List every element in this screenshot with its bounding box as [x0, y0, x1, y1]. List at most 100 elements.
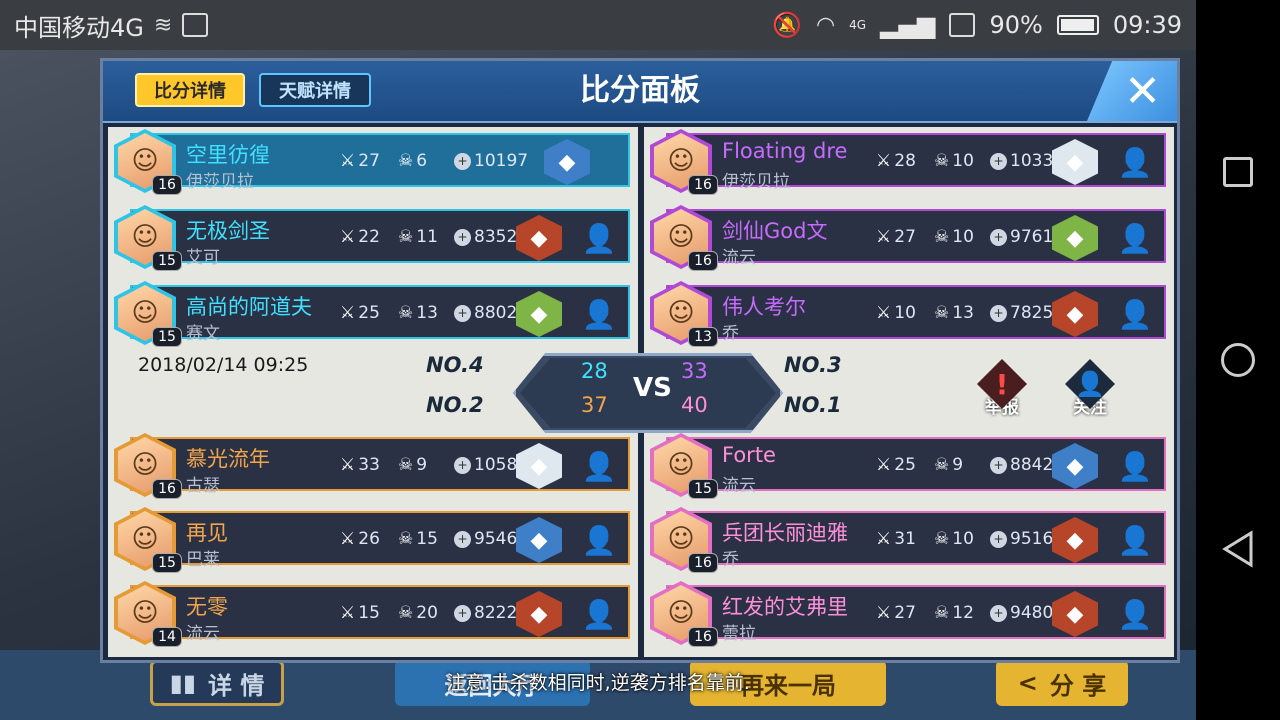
- kills-stat: ⚔ 27: [876, 227, 916, 247]
- coin-icon: +: [454, 228, 471, 246]
- tab-score-details[interactable]: 比分详情: [135, 73, 245, 107]
- hero-level: 16: [688, 553, 718, 573]
- rank-bottom-right: NO.1: [784, 393, 842, 417]
- sword-icon: ⚔: [340, 303, 356, 323]
- circle-icon: [1221, 343, 1255, 377]
- mute-icon: 🔕: [772, 11, 802, 39]
- recents-button[interactable]: [1221, 155, 1255, 189]
- add-friend-button[interactable]: 👤: [580, 296, 618, 332]
- gold-stat: +9546: [454, 529, 517, 549]
- follow-button[interactable]: 👤 关注: [1058, 359, 1122, 418]
- gold-stat: +8222: [454, 603, 517, 623]
- coin-icon: +: [990, 530, 1007, 548]
- hero-name: 流云: [186, 624, 220, 644]
- player-row: ☺ 15 无极剑圣 艾可 ⚔ 22 ☠ 11 +8352 ◆ 👤: [108, 203, 630, 271]
- hero-level: 16: [688, 251, 718, 271]
- add-friend-button[interactable]: 👤: [580, 220, 618, 256]
- kills-value: 31: [894, 529, 916, 549]
- gold-stat: +8352: [454, 227, 517, 247]
- report-button[interactable]: ! 举报: [970, 359, 1034, 418]
- hero-name: 伊莎贝拉: [722, 172, 790, 192]
- deaths-value: 13: [416, 303, 438, 323]
- add-friend-button[interactable]: 👤: [1116, 596, 1154, 632]
- close-icon: ✕: [1124, 65, 1161, 117]
- player-row: ☺ 15 再见 巴莱 ⚔ 26 ☠ 15 +9546 ◆ 👤: [108, 505, 630, 573]
- add-friend-icon: 👤: [1117, 449, 1153, 483]
- sword-icon: ⚔: [876, 303, 892, 323]
- player-name: 伟人考尔: [722, 295, 806, 319]
- carrier-label: 中国移动4G: [14, 13, 144, 42]
- wifi-hotspot-icon: ≋: [153, 12, 173, 38]
- add-friend-button[interactable]: 👤: [580, 448, 618, 484]
- coin-icon: +: [990, 456, 1007, 474]
- sim-icon: [949, 13, 976, 37]
- deaths-stat: ☠ 6: [398, 151, 427, 171]
- team-bottom-right: ☺ 15 Forte 流云 ⚔ 25 ☠ 9 +8842 ◆ 👤 ☺ 16 兵团长丽迪雅乔 ⚔ 31 ☠ 10 +9…: [644, 395, 1174, 657]
- hero-name: 乔: [722, 550, 739, 570]
- home-button[interactable]: [1221, 343, 1255, 377]
- kills-value: 10: [894, 303, 916, 323]
- purple-score: 40: [681, 393, 708, 417]
- sword-icon: ⚔: [340, 455, 356, 475]
- back-button[interactable]: [1221, 529, 1255, 568]
- skull-icon: ☠: [398, 603, 414, 623]
- add-friend-button[interactable]: 👤: [1116, 522, 1154, 558]
- skull-icon: ☠: [934, 603, 950, 623]
- kills-value: 27: [894, 603, 916, 623]
- hero-level: 15: [152, 251, 182, 271]
- hero-name: 伊莎贝拉: [186, 172, 254, 192]
- kills-stat: ⚔ 26: [340, 529, 380, 549]
- tab-talent-details[interactable]: 天赋详情: [259, 73, 371, 107]
- skull-icon: ☠: [398, 227, 414, 247]
- add-friend-button[interactable]: 👤: [1116, 144, 1154, 180]
- kills-stat: ⚔ 27: [340, 151, 380, 171]
- add-friend-icon: 👤: [581, 597, 617, 631]
- hero-level: 15: [152, 327, 182, 347]
- deaths-value: 12: [952, 603, 974, 623]
- player-name: 无极剑圣: [186, 219, 270, 243]
- add-friend-icon: 👤: [581, 523, 617, 557]
- kills-stat: ⚔ 25: [340, 303, 380, 323]
- hero-level: 14: [152, 627, 182, 647]
- deaths-stat: ☠ 12: [934, 603, 974, 623]
- add-friend-button[interactable]: 👤: [580, 596, 618, 632]
- network-type: 4G: [849, 18, 867, 32]
- player-row: ☺ 16 剑仙God文 流云 ⚔ 27 ☠ 10 +9761 ◆ 👤: [644, 203, 1166, 271]
- deaths-value: 20: [416, 603, 438, 623]
- kills-stat: ⚔ 15: [340, 603, 380, 623]
- hero-level: 16: [688, 627, 718, 647]
- player-name: 兵团长丽迪雅: [722, 521, 848, 545]
- skull-icon: ☠: [934, 529, 950, 549]
- add-friend-button[interactable]: 👤: [1116, 296, 1154, 332]
- add-friend-button[interactable]: 👤: [1116, 448, 1154, 484]
- player-name: Floating dre: [722, 139, 848, 163]
- player-row: ☺ 15 高尚的阿道夫 赛文 ⚔ 25 ☠ 13 +8802 ◆ 👤: [108, 279, 630, 347]
- skull-icon: ☠: [398, 151, 414, 171]
- player-name: 无零: [186, 595, 228, 619]
- deaths-stat: ☠ 9: [934, 455, 963, 475]
- team-top-left: ☺ 16 空里彷徨 伊莎贝拉 ⚔ 27 ☠ 6 +10197 ◆ ☺ 15 无极剑圣 艾可 ⚔ 22 ☠ 11 +8…: [108, 127, 638, 353]
- clock: 09:39: [1112, 11, 1182, 39]
- square-icon: [1223, 156, 1253, 187]
- gold-value: 9761: [1010, 227, 1054, 247]
- gold-stat: +9761: [990, 227, 1053, 247]
- signal-icon: ▂▄▆: [880, 11, 936, 39]
- hero-name: 乔: [722, 324, 739, 344]
- add-friend-button[interactable]: 👤: [1116, 220, 1154, 256]
- vs-label: VS: [633, 373, 672, 403]
- purple-kills: 33: [681, 359, 708, 383]
- kills-value: 22: [358, 227, 380, 247]
- image-icon: [182, 13, 209, 37]
- kills-stat: ⚔ 28: [876, 151, 916, 171]
- sword-icon: ⚔: [876, 455, 892, 475]
- sword-icon: ⚔: [340, 603, 356, 623]
- battery-percent: 90%: [989, 11, 1043, 39]
- kills-value: 26: [358, 529, 380, 549]
- player-name: 空里彷徨: [186, 143, 270, 167]
- player-row: ☺ 16 空里彷徨 伊莎贝拉 ⚔ 27 ☠ 6 +10197 ◆: [108, 127, 630, 195]
- deaths-stat: ☠ 13: [398, 303, 438, 323]
- sword-icon: ⚔: [876, 151, 892, 171]
- player-row: ☺ 14 无零 流云 ⚔ 15 ☠ 20 +8222 ◆ 👤: [108, 579, 630, 647]
- add-friend-button[interactable]: 👤: [580, 522, 618, 558]
- score-panel: 比分面板 比分详情 天赋详情 ✕ ☺ 16 空里彷徨 伊莎贝拉 ⚔ 27 ☠ 6 +10197 ◆…: [100, 58, 1180, 663]
